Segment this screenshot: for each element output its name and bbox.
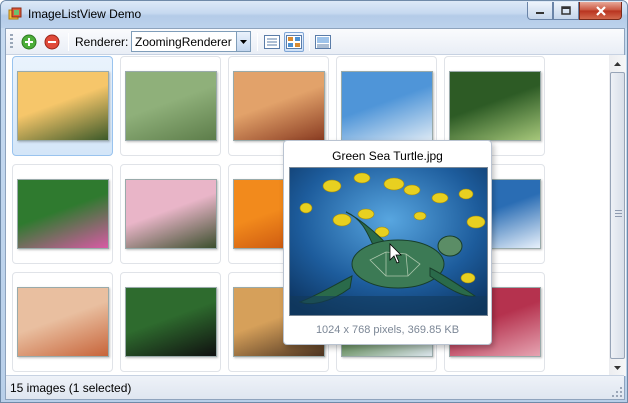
toolbar-grip[interactable] — [10, 34, 13, 50]
details-view-icon — [264, 35, 280, 49]
thumbnail-image-pink-blossoms — [125, 179, 217, 249]
maximize-button[interactable] — [553, 2, 579, 20]
toolbar-separator — [68, 33, 69, 51]
add-icon — [21, 34, 37, 50]
scrollbar-thumb[interactable] — [610, 72, 625, 359]
thumbnails-view-icon — [286, 35, 302, 49]
vertical-scrollbar[interactable] — [609, 55, 626, 376]
client-area: Renderer: ZoomingRenderer Green Sea Turt… — [5, 28, 626, 400]
app-window: ImageListView Demo Renderer: ZoomingRend… — [0, 0, 628, 403]
zoom-image — [289, 167, 488, 316]
app-icon — [8, 7, 22, 20]
remove-button[interactable] — [42, 32, 62, 52]
chevron-up-icon — [614, 61, 621, 66]
remove-icon — [44, 34, 60, 50]
thumbnail-image-green-sea-turtle — [341, 71, 433, 141]
window-title: ImageListView Demo — [28, 7, 142, 21]
scroll-up-button[interactable] — [609, 55, 626, 72]
sea-turtle-image — [290, 168, 487, 315]
resize-grip-icon[interactable] — [612, 387, 622, 397]
image-list-view[interactable]: Green Sea Turtle.jpg 1024 x 768 pixels, … — [6, 55, 626, 376]
gallery-view-button[interactable] — [313, 32, 333, 52]
zoom-image-info: 1024 x 768 pixels, 369.85 KB — [315, 324, 460, 336]
renderer-value: ZoomingRenderer — [135, 35, 232, 49]
thumbnail-image-river-meadow — [125, 71, 217, 141]
thumbnail-item[interactable] — [12, 56, 113, 156]
chevron-down-icon — [614, 365, 621, 370]
thumbnail-image-toucan — [125, 287, 217, 357]
scrollbar-grip — [615, 210, 622, 218]
toolbar: Renderer: ZoomingRenderer — [6, 29, 624, 55]
thumbnail-item[interactable] — [120, 272, 221, 372]
maximize-icon — [561, 6, 571, 15]
toolbar-separator — [309, 33, 310, 51]
chevron-down-icon — [240, 39, 247, 44]
thumbnail-item[interactable] — [12, 164, 113, 264]
zoom-preview-popup: Green Sea Turtle.jpg 1024 x 768 pixels, … — [283, 140, 492, 345]
thumbnail-image-desert-oryx — [17, 287, 109, 357]
status-bar: 15 images (1 selected) — [6, 375, 624, 399]
thumbnail-image-desert-monument — [233, 71, 325, 141]
thumbnails-view-button[interactable] — [284, 32, 304, 52]
details-view-button[interactable] — [262, 32, 282, 52]
renderer-label: Renderer: — [75, 35, 129, 49]
gallery-view-icon — [315, 35, 331, 49]
close-icon — [595, 5, 606, 16]
renderer-dropdown[interactable]: ZoomingRenderer — [131, 31, 251, 52]
zoom-file-name: Green Sea Turtle.jpg — [332, 149, 443, 163]
status-text: 15 images (1 selected) — [10, 381, 132, 395]
thumbnail-item[interactable] — [120, 164, 221, 264]
thumbnail-image-forest-path — [449, 71, 541, 141]
close-button[interactable] — [579, 2, 622, 20]
thumbnail-image-pink-flowers-green — [17, 179, 109, 249]
scroll-down-button[interactable] — [609, 359, 626, 376]
add-button[interactable] — [19, 32, 39, 52]
thumbnail-item[interactable] — [12, 272, 113, 372]
thumbnail-item[interactable] — [120, 56, 221, 156]
thumbnail-image-sunset-tree — [17, 71, 109, 141]
window-controls — [527, 2, 622, 20]
dropdown-arrow[interactable] — [236, 32, 250, 51]
toolbar-separator — [257, 33, 258, 51]
minimize-icon — [536, 11, 544, 14]
title-bar[interactable]: ImageListView Demo — [1, 1, 627, 28]
minimize-button[interactable] — [527, 2, 553, 20]
